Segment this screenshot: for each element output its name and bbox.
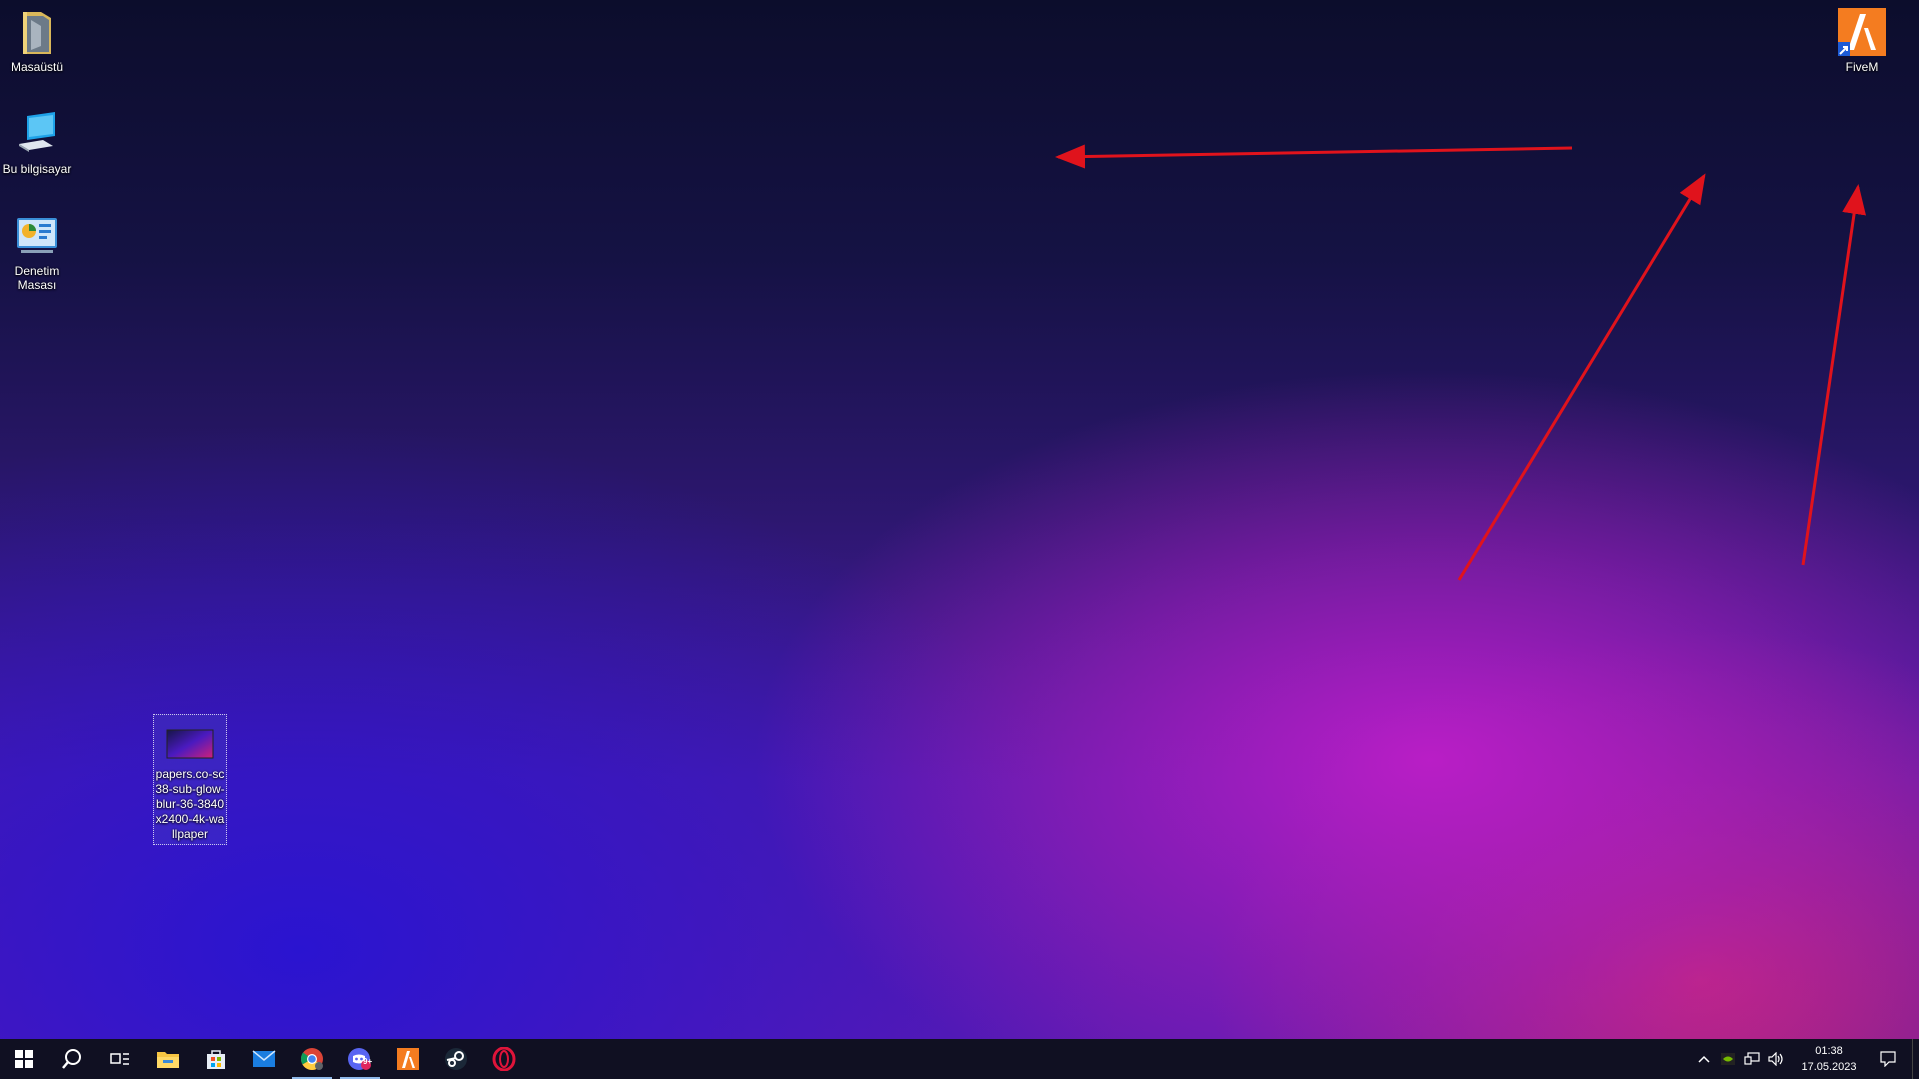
speaker-icon	[1768, 1052, 1783, 1066]
desktop-icon-wallpaper-file[interactable]: papers.co-sc38-sub-glow-blur-36-3840x240…	[153, 714, 227, 845]
discord-notification-badge: 9+	[363, 1057, 373, 1066]
annotation-arrow	[1055, 144, 1573, 169]
taskbar-file-explorer[interactable]	[144, 1039, 192, 1079]
desktop-icon-label: Bu bilgisayar	[2, 162, 72, 176]
chevron-up-icon	[1698, 1055, 1710, 1063]
desktop-icon-label: FiveM	[1845, 60, 1879, 74]
taskbar-microsoft-store[interactable]	[192, 1039, 240, 1079]
tray-nvidia[interactable]	[1716, 1039, 1740, 1079]
system-tray: 01:38 17.05.2023	[1692, 1039, 1919, 1079]
file-explorer-icon	[157, 1052, 179, 1068]
fivem-icon	[397, 1048, 419, 1070]
taskbar-discord[interactable]: 9+	[336, 1039, 384, 1079]
tray-volume[interactable]	[1764, 1039, 1788, 1079]
desktop-icon-masaustu[interactable]: Masaüstü	[0, 8, 74, 74]
notification-icon	[1880, 1051, 1896, 1067]
chrome-icon	[300, 1048, 323, 1070]
show-hidden-icons-button[interactable]	[1692, 1039, 1716, 1079]
desktop-icon-this-pc[interactable]: Bu bilgisayar	[0, 110, 74, 176]
folder-icon	[13, 8, 61, 56]
task-view-button[interactable]	[96, 1039, 144, 1079]
windows-logo-icon	[15, 1050, 33, 1068]
desktop-icon-label: papers.co-sc38-sub-glow-blur-36-3840x240…	[155, 767, 225, 841]
computer-icon	[13, 110, 61, 158]
show-desktop-button[interactable]	[1912, 1039, 1919, 1079]
store-icon	[207, 1050, 225, 1069]
desktop-background[interactable]: Masaüstü Bu bilgisayar Denetim Masası pa…	[0, 0, 1919, 1039]
tray-network[interactable]	[1740, 1039, 1764, 1079]
clock-time: 01:38	[1815, 1045, 1843, 1057]
clock-date: 17.05.2023	[1801, 1061, 1857, 1073]
taskbar-steam[interactable]	[432, 1039, 480, 1079]
taskbar-opera[interactable]	[480, 1039, 528, 1079]
taskbar-mail[interactable]	[240, 1039, 288, 1079]
nvidia-icon	[1721, 1053, 1735, 1065]
opera-icon	[492, 1047, 516, 1071]
desktop-icon-control-panel[interactable]: Denetim Masası	[0, 212, 74, 292]
annotation-arrows	[1055, 144, 1866, 581]
task-view-icon	[110, 1053, 129, 1065]
mail-icon	[252, 1050, 276, 1067]
search-button[interactable]	[48, 1039, 96, 1079]
fivem-icon	[1838, 8, 1886, 56]
annotation-arrow	[1801, 184, 1866, 566]
image-file-icon	[166, 729, 214, 759]
steam-icon	[445, 1048, 467, 1070]
desktop-icon-label: Masaüstü	[10, 60, 64, 74]
taskbar-fivem[interactable]	[384, 1039, 432, 1079]
taskbar: 9+ 01:38 17.05.2023	[0, 1039, 1919, 1079]
annotation-arrow	[1457, 173, 1706, 581]
taskbar-chrome[interactable]	[288, 1039, 336, 1079]
search-icon	[62, 1049, 81, 1069]
desktop-icon-label: Denetim Masası	[14, 264, 60, 292]
action-center-button[interactable]	[1870, 1039, 1906, 1079]
start-button[interactable]	[0, 1039, 48, 1079]
control-panel-icon	[13, 212, 61, 260]
taskbar-clock[interactable]: 01:38 17.05.2023	[1788, 1043, 1870, 1075]
desktop-icon-fivem[interactable]: FiveM	[1825, 8, 1899, 74]
network-icon	[1744, 1052, 1760, 1065]
